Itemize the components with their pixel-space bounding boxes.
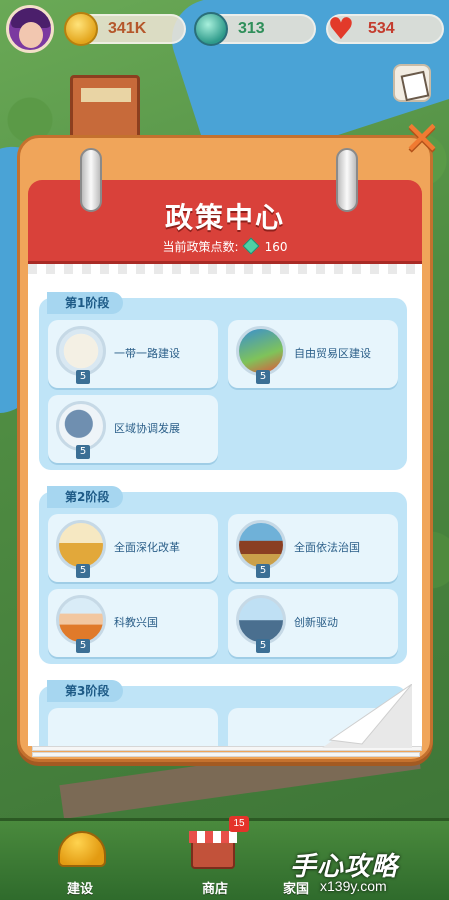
shop-icon	[189, 831, 237, 869]
policy-level-badge: 5	[256, 639, 270, 653]
heart-counter[interactable]: ♥ 534	[326, 11, 444, 47]
gem-value: 313	[238, 20, 265, 37]
stage-label: 第3阶段	[47, 680, 124, 702]
policy-level-badge: 5	[76, 445, 90, 459]
trade-globe-icon	[236, 326, 286, 376]
law-gavel-icon	[236, 520, 286, 570]
watermark: 手心攻略 x139y.com	[290, 846, 448, 896]
reform-chart-icon	[56, 520, 106, 570]
avatar-face	[19, 22, 43, 48]
game-background: 341K 313 ♥ 534 政策中心 当前政策点数: 160 第1阶段 5 一带…	[0, 0, 449, 900]
policy-center-panel: 政策中心 当前政策点数:160 第1阶段 5 一带一路建设 5 自由贸易区建设	[17, 135, 433, 762]
watermark-domain: x139y.com	[320, 878, 387, 894]
nav-build[interactable]: 建设	[30, 827, 130, 900]
policy-name: 全面深化改革	[114, 541, 180, 554]
policy-card[interactable]: 5 自由贸易区建设	[228, 320, 398, 388]
policy-points-label: 当前政策点数:	[162, 240, 239, 254]
notebook-icon[interactable]	[393, 64, 431, 102]
policy-list[interactable]: 第1阶段 5 一带一路建设 5 自由贸易区建设 5 区域协调发展 第2阶段 5 …	[28, 264, 422, 746]
policy-name: 自由贸易区建设	[294, 347, 371, 360]
stage-section: 第2阶段 5 全面深化改革 5 全面依法治国 5 科教兴国 5 创新驱动	[39, 486, 407, 664]
policy-point-icon	[242, 237, 260, 255]
policy-level-badge: 5	[256, 370, 270, 384]
close-icon[interactable]: ✕	[400, 115, 444, 161]
coin-value: 341K	[108, 20, 147, 37]
gem-counter[interactable]: 313	[194, 12, 316, 46]
policy-points: 当前政策点数: 160	[28, 237, 422, 255]
page-curl-icon[interactable]	[322, 684, 412, 748]
binder-ring	[80, 148, 102, 212]
policy-level-badge: 5	[76, 370, 90, 384]
coin-counter[interactable]: 341K	[64, 12, 186, 46]
policy-card[interactable]: 5 创新驱动	[228, 589, 398, 657]
paper-stack	[32, 752, 420, 757]
policy-name: 创新驱动	[294, 616, 338, 629]
policy-level-badge: 5	[256, 564, 270, 578]
rocket-city-icon	[236, 595, 286, 645]
policy-points-value: 160	[264, 240, 288, 254]
policy-level-badge: 5	[76, 639, 90, 653]
policy-card[interactable]: 5 一带一路建设	[48, 320, 218, 388]
stage-section: 第1阶段 5 一带一路建设 5 自由贸易区建设 5 区域协调发展	[39, 292, 407, 470]
globe-route-icon	[56, 326, 106, 376]
policy-card[interactable]: 5 区域协调发展	[48, 395, 218, 463]
heart-value: 534	[368, 20, 395, 37]
nav-label: 建设	[66, 882, 93, 897]
heart-icon: ♥	[327, 11, 355, 47]
policy-name: 区域协调发展	[114, 422, 180, 435]
coin-icon	[64, 12, 98, 46]
policy-card[interactable]: 5 科教兴国	[48, 589, 218, 657]
helmet-icon	[58, 831, 106, 867]
stage-label: 第1阶段	[47, 292, 124, 314]
policy-name: 一带一路建设	[114, 347, 180, 360]
policy-card[interactable]: 5 全面深化改革	[48, 514, 218, 582]
binder-ring	[336, 148, 358, 212]
policy-name: 全面依法治国	[294, 541, 360, 554]
graduate-book-icon	[56, 595, 106, 645]
map-region-icon	[56, 401, 106, 451]
gem-icon	[194, 12, 228, 46]
policy-card[interactable]: 5 全面依法治国	[228, 514, 398, 582]
player-avatar[interactable]	[6, 5, 54, 53]
shop-badge: 15	[229, 816, 249, 832]
policy-name: 科教兴国	[114, 616, 158, 629]
stage-label: 第2阶段	[47, 486, 124, 508]
policy-level-badge: 5	[76, 564, 90, 578]
policy-card[interactable]	[48, 708, 218, 746]
